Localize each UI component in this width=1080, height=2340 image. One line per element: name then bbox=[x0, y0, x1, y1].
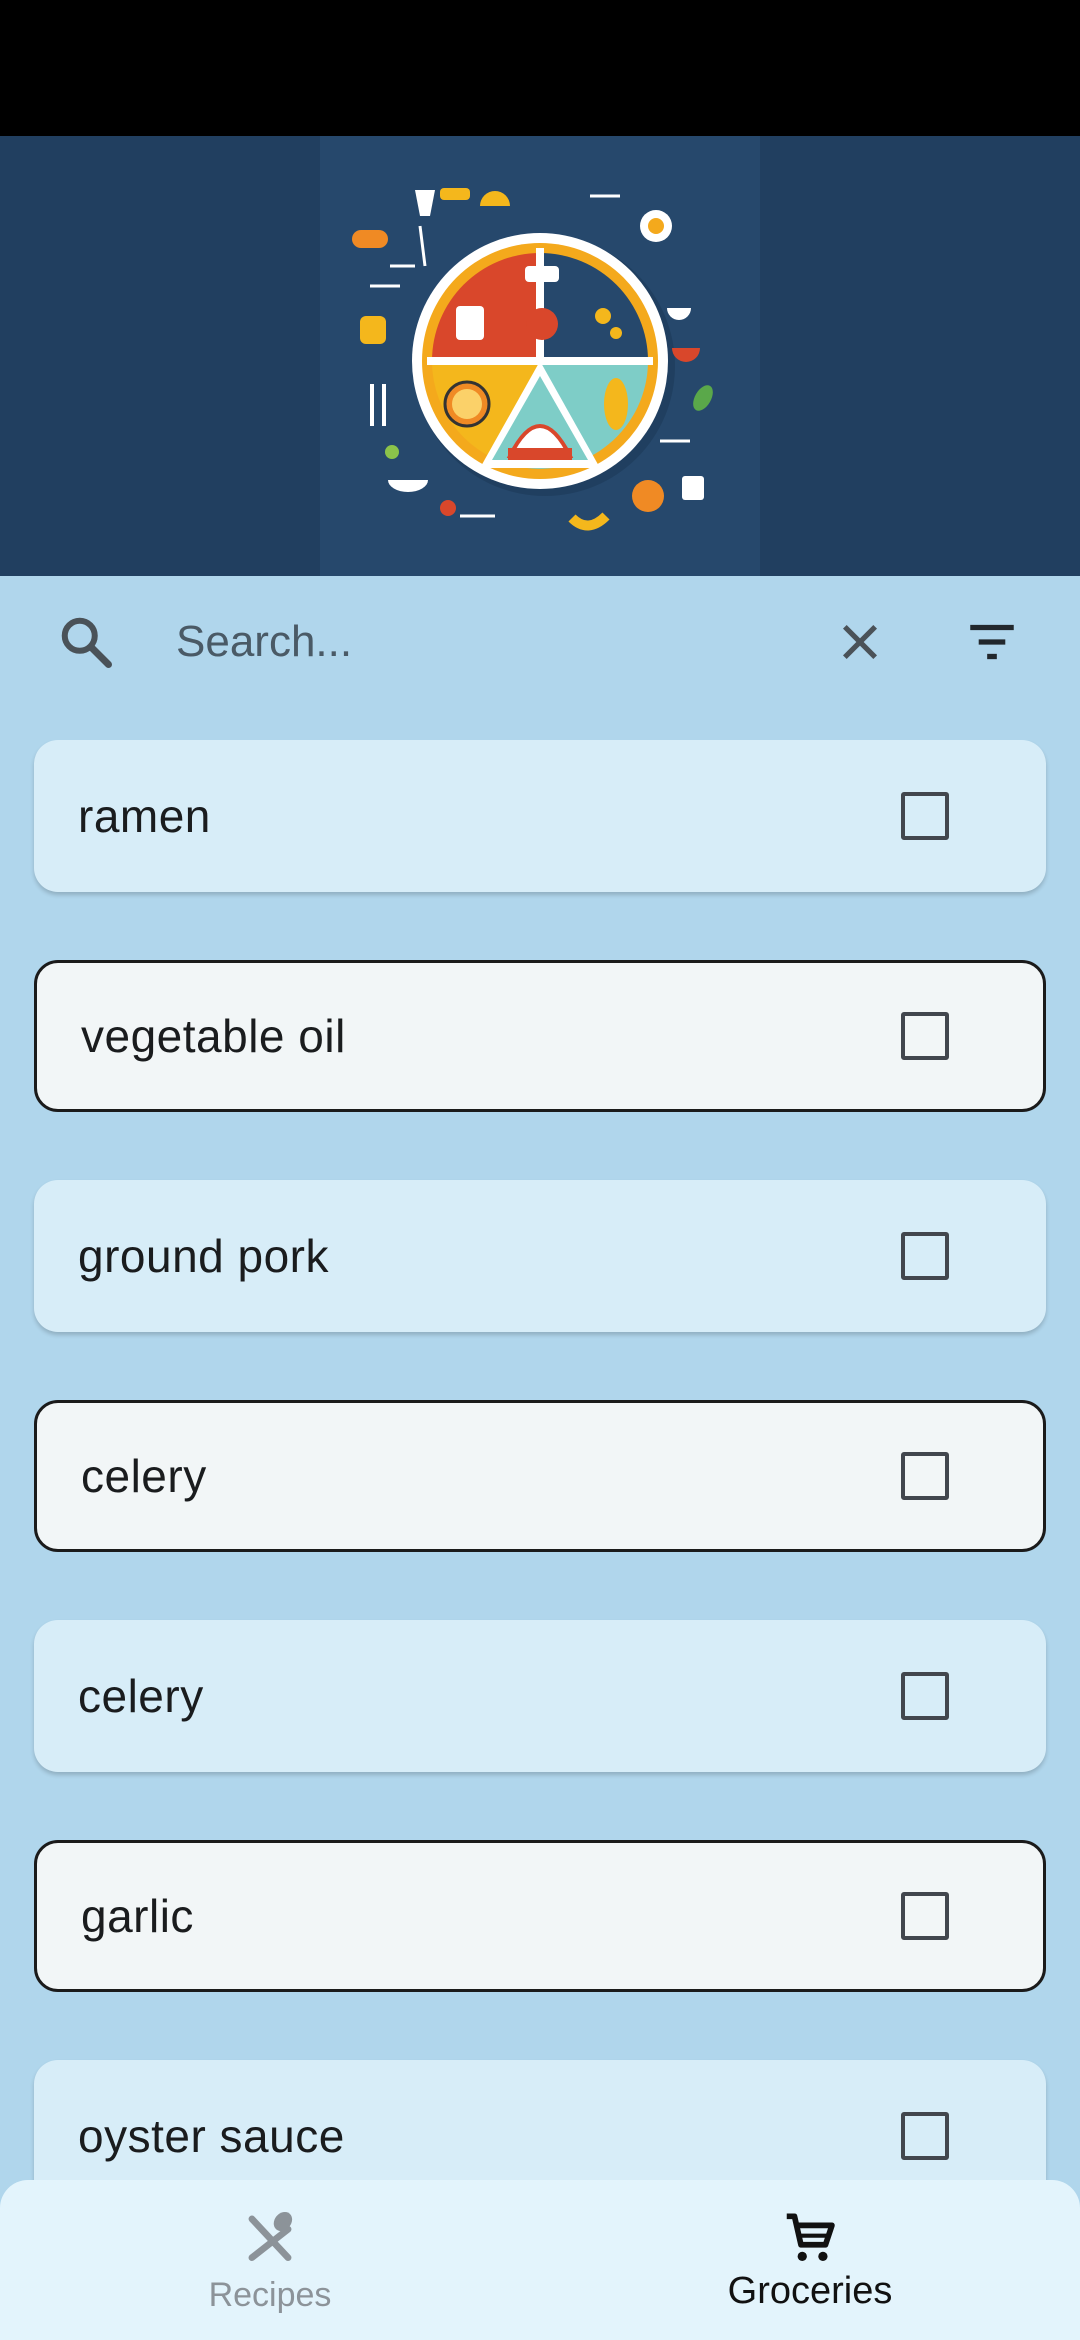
grocery-item-checkbox[interactable] bbox=[901, 1232, 949, 1280]
bottom-navigation: Recipes Groceries bbox=[0, 2180, 1080, 2340]
grocery-item-card[interactable]: ground pork bbox=[34, 1180, 1046, 1332]
grocery-item-label: vegetable oil bbox=[81, 1010, 346, 1062]
grocery-item-checkbox[interactable] bbox=[901, 1452, 949, 1500]
search-input[interactable] bbox=[176, 606, 776, 678]
grocery-item-label: ground pork bbox=[78, 1230, 329, 1282]
nav-label-groceries: Groceries bbox=[727, 2270, 893, 2312]
grocery-item-label: ramen bbox=[78, 790, 211, 842]
app-header bbox=[0, 136, 1080, 576]
grocery-item-checkbox[interactable] bbox=[901, 792, 949, 840]
grocery-item-card[interactable]: garlic bbox=[34, 1840, 1046, 1992]
clear-icon[interactable] bbox=[826, 612, 894, 672]
grocery-item-card[interactable]: vegetable oil bbox=[34, 960, 1046, 1112]
status-bar bbox=[0, 0, 1080, 136]
grocery-item-checkbox[interactable] bbox=[901, 1012, 949, 1060]
grocery-item-checkbox[interactable] bbox=[901, 1892, 949, 1940]
nav-tab-groceries[interactable]: Groceries bbox=[700, 2180, 920, 2340]
grocery-item-card[interactable]: ramen bbox=[34, 740, 1046, 892]
shopping-cart-icon bbox=[786, 2213, 835, 2262]
nav-tab-recipes[interactable]: Recipes bbox=[170, 2180, 370, 2340]
nav-label-recipes: Recipes bbox=[208, 2276, 332, 2314]
grocery-list: ramen vegetable oil ground pork celery c… bbox=[0, 740, 1080, 2180]
filter-icon[interactable] bbox=[960, 612, 1024, 672]
grocery-item-checkbox[interactable] bbox=[901, 1672, 949, 1720]
food-plate-logo bbox=[320, 136, 760, 576]
grocery-item-checkbox[interactable] bbox=[901, 2112, 949, 2160]
grocery-item-label: celery bbox=[78, 1670, 204, 1722]
utensils-icon bbox=[248, 2211, 293, 2262]
grocery-item-label: oyster sauce bbox=[78, 2110, 345, 2162]
grocery-item-card[interactable]: celery bbox=[34, 1400, 1046, 1552]
search-icon[interactable] bbox=[56, 612, 116, 672]
grocery-item-card[interactable]: oyster sauce bbox=[34, 2060, 1046, 2180]
search-bar bbox=[0, 576, 1080, 708]
grocery-item-label: garlic bbox=[81, 1890, 194, 1942]
grocery-item-label: celery bbox=[81, 1450, 207, 1502]
grocery-item-card[interactable]: celery bbox=[34, 1620, 1046, 1772]
